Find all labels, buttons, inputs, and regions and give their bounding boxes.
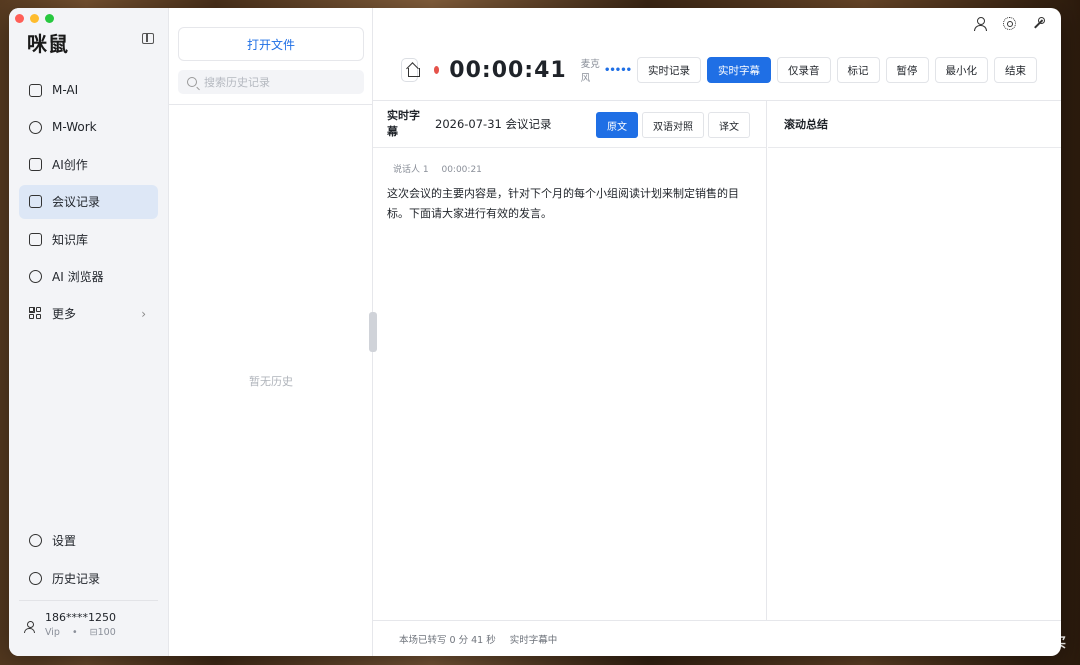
microphone-level: ••••• (604, 64, 632, 76)
sidebar-item-ai-create[interactable]: AI创作 (19, 148, 158, 182)
sidebar-item-label: 设置 (52, 533, 77, 548)
sidebar: 咪鼠 M-AI M-Work AI创作 会议记录 知识库 AI 浏览器 更多 ›… (9, 8, 169, 656)
user-phone: 186****1250 (45, 611, 116, 624)
transcript-list: 说话人 1 00:00:21 这次会议的主要内容是，针对下个月的每个小组阅读计划… (373, 148, 766, 238)
clock-icon (29, 571, 42, 585)
pause-button[interactable]: 暂停 (885, 57, 929, 83)
user-tier: Vip (45, 627, 60, 638)
sidebar-item-label: 知识库 (52, 232, 89, 247)
user-account[interactable]: 186****1250 Vip • ⊟100 (19, 600, 158, 638)
edit-note-icon (29, 195, 42, 209)
sidebar-item-label: AI 浏览器 (52, 269, 104, 284)
sidebar-item-history[interactable]: 历史记录 (19, 561, 158, 595)
minimize-button[interactable]: 最小化 (934, 57, 988, 83)
entry-timestamp: 00:00:21 (441, 165, 482, 175)
window-controls (15, 14, 54, 23)
leaf-icon (29, 120, 42, 134)
empty-history-text: 暂无历史 (249, 375, 293, 388)
sidebar-item-settings[interactable]: 设置 (19, 523, 158, 557)
transcript-header: 实时字幕 2026-07-31 会议记录 原文 双语对照 译文 (373, 101, 766, 148)
chat-sparkle-icon (29, 83, 42, 97)
transcript-pane-label: 实时字幕 (387, 109, 420, 138)
recording-timer: 00:00:41 (449, 57, 567, 83)
sidebar-item-label: 会议记录 (52, 195, 101, 210)
sidebar-item-knowledge-base[interactable]: 知识库 (19, 222, 158, 256)
sidebar-bottom-nav: 设置 历史记录 (19, 523, 158, 599)
sidebar-item-m-ai[interactable]: M-AI (19, 73, 158, 107)
sidebar-item-label: M-Work (52, 120, 97, 135)
top-right-icons (974, 17, 1045, 31)
sidebar-toggle-icon[interactable] (142, 33, 154, 44)
app-window: 咪鼠 M-AI M-Work AI创作 会议记录 知识库 AI 浏览器 更多 ›… (9, 8, 1061, 656)
divider (169, 104, 373, 105)
open-file-button[interactable]: 打开文件 (178, 27, 364, 61)
home-button[interactable] (401, 58, 420, 82)
status-bar: 本场已转写 0 分 41 秒 实时字幕中 (373, 620, 1061, 656)
recording-indicator (433, 66, 440, 74)
sidebar-item-ai-browser[interactable]: AI 浏览器 (19, 259, 158, 293)
close-window-button[interactable] (15, 14, 24, 23)
tab-translation[interactable]: 译文 (708, 112, 750, 138)
tab-original[interactable]: 原文 (596, 112, 638, 138)
book-icon (29, 232, 42, 246)
realtime-record-button[interactable]: 实时记录 (637, 57, 701, 83)
mark-button[interactable]: 标记 (836, 57, 880, 83)
tab-bilingual[interactable]: 双语对照 (642, 112, 704, 138)
wrench-icon[interactable] (1032, 17, 1045, 30)
history-panel: 打开文件 暂无历史 (169, 8, 377, 656)
transcript-entry-text: 这次会议的主要内容是，针对下个月的每个小组阅读计划来制定销售的目标。下面请大家进… (387, 187, 739, 220)
speaker-label: 说话人 1 (393, 165, 429, 175)
minimize-window-button[interactable] (30, 14, 39, 23)
sidebar-item-meeting-notes[interactable]: 会议记录 (19, 184, 158, 219)
sidebar-item-label: M-AI (52, 83, 79, 97)
gear-icon (29, 533, 42, 547)
main-area: 00:00:41 麦克风 ••••• 实时记录 实时字幕 仅录音 标记 暂停 最… (373, 8, 1061, 656)
panel-collapse-handle[interactable] (369, 312, 377, 352)
view-tabs: 原文 双语对照 译文 (592, 112, 750, 138)
search-input[interactable] (204, 75, 354, 89)
search-icon (187, 77, 197, 87)
sidebar-item-label: 历史记录 (52, 571, 101, 586)
sidebar-nav: M-AI M-Work AI创作 会议记录 知识库 AI 浏览器 更多 › (19, 73, 158, 334)
watermark-logo: 值 什么值得买 (983, 636, 1066, 651)
transcript-entry-meta: 说话人 1 00:00:21 (393, 162, 752, 175)
compass-icon (29, 269, 42, 283)
summary-pane: 滚动总结 (768, 101, 1061, 620)
user-icon (24, 621, 35, 633)
account-icon[interactable] (974, 17, 987, 31)
sidebar-item-m-work[interactable]: M-Work (19, 110, 158, 144)
end-button[interactable]: 结束 (994, 57, 1037, 83)
search-box[interactable] (178, 70, 364, 94)
recording-toolbar: 00:00:41 麦克风 ••••• 实时记录 实时字幕 仅录音 标记 暂停 最… (401, 57, 1037, 84)
sidebar-item-label: AI创作 (52, 158, 88, 173)
user-meta-separator: • (72, 627, 78, 638)
audio-only-button[interactable]: 仅录音 (777, 57, 831, 83)
app-logo: 咪鼠 (27, 32, 69, 56)
microphone-label: 麦克风 (580, 59, 600, 84)
image-icon (29, 158, 42, 172)
transcript-pane: 实时字幕 2026-07-31 会议记录 原文 双语对照 译文 说话人 1 00… (373, 101, 767, 620)
settings-gear-icon[interactable] (1003, 17, 1016, 30)
status-text: 实时字幕中 (509, 634, 558, 646)
meeting-title[interactable]: 2026-07-31 会议记录 (435, 116, 552, 132)
chevron-right-icon: › (141, 306, 146, 321)
summary-pane-label: 滚动总结 (768, 101, 1061, 148)
user-credits: ⊟100 (89, 627, 116, 638)
realtime-subtitle-button[interactable]: 实时字幕 (707, 57, 771, 83)
sidebar-item-label: 更多 (52, 307, 77, 322)
zoom-window-button[interactable] (45, 14, 54, 23)
grid-icon (29, 307, 42, 320)
sidebar-item-more[interactable]: 更多 › (19, 297, 158, 331)
transcribed-duration: 本场已转写 0 分 41 秒 (399, 634, 496, 646)
